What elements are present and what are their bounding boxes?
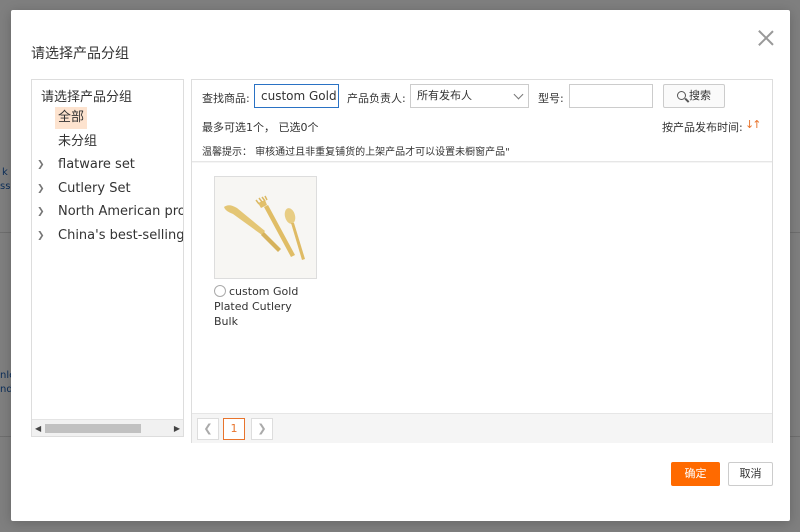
tree-item-label: 全部 <box>55 107 88 129</box>
filter-bar: 查找商品: custom Gold Plated 产品负责人: 所有发布人 型号… <box>192 80 772 162</box>
dialog-title: 请选择产品分组 <box>31 46 129 62</box>
group-tree-panel: 请选择产品分组 全部 未分组 ❯ flatware set ❯ Cutlery … <box>31 79 184 437</box>
pagination: ❮ 1 ❯ <box>192 413 772 443</box>
product-search-input[interactable]: custom Gold Plated <box>254 84 339 108</box>
tree-item-label: North American products <box>58 204 183 219</box>
chevron-right-icon[interactable]: ❯ <box>37 154 47 176</box>
product-panel: 查找商品: custom Gold Plated 产品负责人: 所有发布人 型号… <box>191 79 773 443</box>
chevron-right-icon[interactable]: ❯ <box>251 418 273 440</box>
tip-text: 温馨提示： 审核通过且非重复铺货的上架产品才可以设置未橱窗产品" <box>202 147 510 158</box>
sort-arrows-icon[interactable]: ↓↑ <box>745 118 762 131</box>
cancel-button[interactable]: 取消 <box>728 462 773 486</box>
page-current[interactable]: 1 <box>223 418 245 440</box>
product-name[interactable]: custom Gold Plated Cutlery Bulk <box>214 284 318 329</box>
chevron-right-icon[interactable]: ❯ <box>37 178 47 200</box>
search-button-label: 搜索 <box>689 89 711 102</box>
chevron-right-icon[interactable]: ❯ <box>37 225 47 247</box>
chevron-down-icon <box>513 89 524 100</box>
search-icon <box>677 91 686 100</box>
search-label: 查找商品: <box>202 92 250 105</box>
close-icon[interactable] <box>758 30 774 46</box>
confirm-button[interactable]: 确定 <box>671 462 720 486</box>
owner-select-value: 所有发布人 <box>417 89 472 102</box>
selection-info: 最多可选1个， 已选0个 <box>202 121 319 134</box>
product-grid: custom Gold Plated Cutlery Bulk <box>192 163 772 413</box>
tree-root-label: 请选择产品分组 <box>41 90 133 105</box>
tree-item-label: China's best-selling products <box>58 228 184 243</box>
product-name-text: custom Gold Plated Cutlery Bulk <box>214 285 299 328</box>
horizontal-scrollbar[interactable]: ◀ ▶ <box>32 419 183 436</box>
tree-item-label: 未分组 <box>58 134 98 149</box>
search-button[interactable]: 搜索 <box>663 84 725 108</box>
chevron-left-icon[interactable]: ❮ <box>197 418 219 440</box>
scroll-right-icon[interactable]: ▶ <box>174 424 180 433</box>
tree-item-label: flatware set <box>58 157 135 172</box>
product-select-radio[interactable] <box>214 285 226 297</box>
sort-label[interactable]: 按产品发布时间: <box>662 119 743 135</box>
tree-item-label: Cutlery Set <box>58 181 131 196</box>
product-card[interactable]: custom Gold Plated Cutlery Bulk <box>214 176 318 329</box>
group-select-dialog: 请选择产品分组 请选择产品分组 全部 未分组 ❯ flatware set ❯ … <box>11 10 790 521</box>
scrollbar-thumb[interactable] <box>45 424 141 433</box>
owner-label: 产品负责人: <box>347 92 406 105</box>
model-input[interactable] <box>569 84 653 108</box>
product-thumbnail[interactable] <box>214 176 317 279</box>
scroll-left-icon[interactable]: ◀ <box>35 424 41 433</box>
owner-select[interactable]: 所有发布人 <box>410 84 529 108</box>
chevron-right-icon[interactable]: ❯ <box>37 201 47 223</box>
gold-cutlery-image <box>215 177 316 278</box>
model-label: 型号: <box>538 92 564 105</box>
